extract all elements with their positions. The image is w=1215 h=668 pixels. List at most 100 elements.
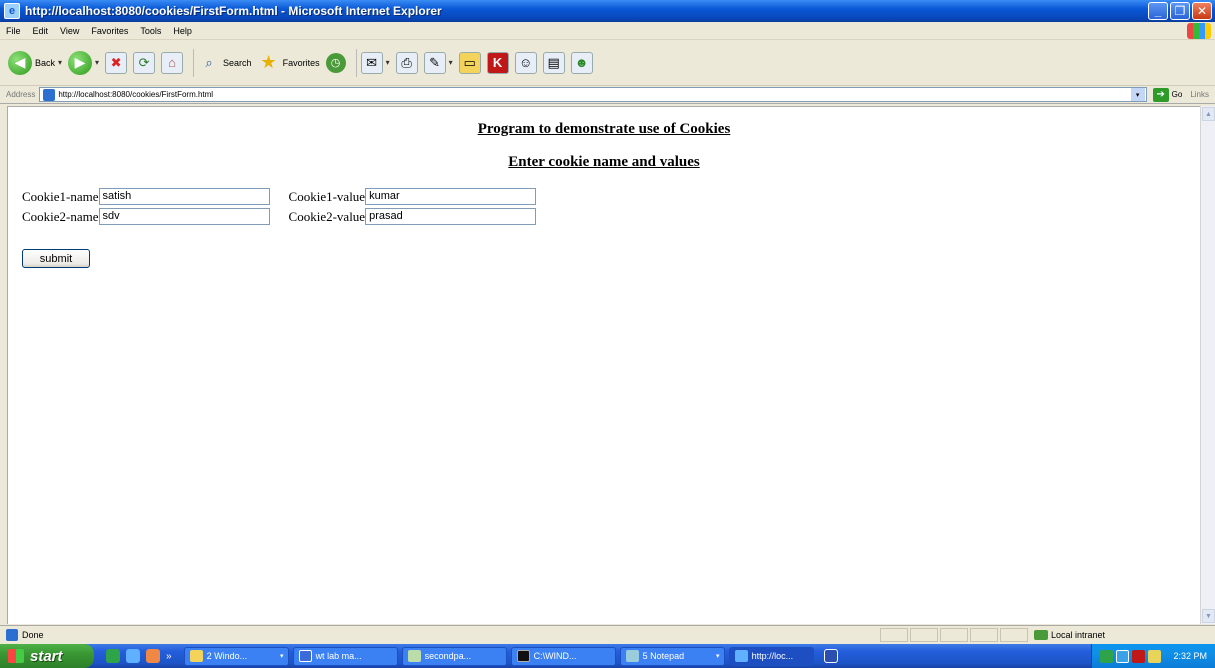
- taskbar: start » 2 Windo... ▾ wt lab ma... second…: [0, 644, 1215, 668]
- address-label: Address: [6, 90, 36, 99]
- task-secondpage[interactable]: secondpa...: [401, 646, 507, 666]
- address-url[interactable]: http://localhost:8080/cookies/FirstForm.…: [58, 90, 213, 99]
- cookie1-row: Cookie1-name satish Cookie1-value kumar: [22, 188, 537, 205]
- forward-dropdown-icon[interactable]: ▾: [95, 58, 99, 67]
- maximize-button[interactable]: ❐: [1170, 2, 1190, 20]
- research-button[interactable]: ▤: [542, 46, 565, 80]
- address-dropdown-icon[interactable]: ▾: [1130, 88, 1145, 101]
- start-button[interactable]: start: [0, 644, 94, 668]
- search-button[interactable]: ⌕ Search: [198, 46, 251, 80]
- cookie2-value-input[interactable]: prasad: [365, 208, 537, 225]
- kaspersky-button[interactable]: K: [486, 46, 509, 80]
- form-heading: Enter cookie name and values: [508, 154, 700, 170]
- toolbar-separator-2: [355, 48, 357, 77]
- forward-arrow-icon: ▶: [68, 50, 93, 75]
- cookie2-name-input[interactable]: sdv: [98, 208, 270, 225]
- volume-icon[interactable]: [1116, 649, 1129, 663]
- scroll-up-icon[interactable]: ▲: [1202, 107, 1215, 121]
- go-button[interactable]: ➔ Go: [1147, 87, 1191, 102]
- favorites-button[interactable]: ★ Favorites: [258, 46, 320, 80]
- window-title: http://localhost:8080/cookies/FirstForm.…: [25, 4, 442, 18]
- history-button[interactable]: ◷: [325, 46, 346, 80]
- menu-file[interactable]: File: [0, 26, 27, 36]
- status-panel: [940, 628, 968, 642]
- task-windows[interactable]: 2 Windo... ▾: [183, 646, 289, 666]
- word-icon: [298, 650, 312, 662]
- status-panel: [910, 628, 938, 642]
- refresh-button[interactable]: ⟳: [133, 46, 156, 80]
- menu-view[interactable]: View: [54, 26, 85, 36]
- messenger-tray-icon[interactable]: [1148, 649, 1161, 663]
- cookie1-value-input[interactable]: kumar: [365, 188, 537, 205]
- page-heading: Program to demonstrate use of Cookies: [477, 121, 731, 137]
- mail-button[interactable]: ✉ ▾: [360, 46, 390, 80]
- task-word[interactable]: wt lab ma...: [292, 646, 398, 666]
- toolbar: ◀ Back ▾ ▶ ▾ ✖ ⟳ ⌂ ⌕ Search ★ Favorites …: [0, 40, 1215, 86]
- task-label: C:\WIND...: [533, 651, 577, 661]
- close-button[interactable]: ✕: [1192, 2, 1212, 20]
- print-button[interactable]: ⎙: [395, 46, 418, 80]
- menu-help[interactable]: Help: [167, 26, 198, 36]
- quick-launch: »: [106, 649, 172, 663]
- title-bar[interactable]: e http://localhost:8080/cookies/FirstFor…: [0, 0, 1215, 22]
- desktop-icon[interactable]: [106, 649, 120, 663]
- edit-dropdown-icon[interactable]: ▾: [449, 58, 453, 67]
- home-button[interactable]: ⌂: [161, 46, 184, 80]
- msn-button[interactable]: ☻: [570, 46, 593, 80]
- task-ie[interactable]: http://loc...: [728, 646, 814, 666]
- status-bar: Done Local intranet: [0, 625, 1215, 644]
- submit-button[interactable]: submit: [22, 249, 90, 268]
- ie-task-icon: [734, 650, 748, 662]
- menu-favorites[interactable]: Favorites: [85, 26, 134, 36]
- back-dropdown-icon[interactable]: ▾: [58, 58, 62, 67]
- go-label: Go: [1171, 90, 1183, 99]
- clock: 2:32 PM: [1173, 651, 1207, 661]
- cookie1-value-label: Cookie1-value: [288, 188, 366, 204]
- system-tray: 2:32 PM: [1091, 644, 1215, 668]
- status-panel: [1000, 628, 1028, 642]
- stop-button[interactable]: ✖: [105, 46, 128, 80]
- links-button[interactable]: Links: [1190, 90, 1215, 99]
- ie-quicklaunch-icon[interactable]: [126, 649, 140, 663]
- forward-button[interactable]: ▶ ▾: [68, 46, 99, 80]
- minimize-button[interactable]: _: [1148, 2, 1168, 20]
- people-icon: ☻: [570, 51, 593, 74]
- back-button[interactable]: ◀ Back ▾: [8, 46, 62, 80]
- language-icon[interactable]: [823, 649, 838, 663]
- cmd-icon: [516, 650, 530, 662]
- task-dropdown-icon: ▾: [716, 653, 720, 660]
- zone-text: Local intranet: [1051, 630, 1106, 640]
- task-notepad[interactable]: 5 Notepad ▾: [619, 646, 725, 666]
- mail-dropdown-icon[interactable]: ▾: [386, 58, 390, 67]
- done-page-icon: [6, 629, 18, 641]
- cookie2-name-label: Cookie2-name: [22, 208, 99, 224]
- menu-edit[interactable]: Edit: [27, 26, 55, 36]
- toolbar-separator: [193, 48, 195, 77]
- network-icon[interactable]: [1100, 649, 1113, 663]
- edit-button[interactable]: ✎ ▾: [423, 46, 453, 80]
- page-content: Program to demonstrate use of Cookies En…: [7, 106, 1200, 624]
- cookie1-name-input[interactable]: satish: [98, 188, 270, 205]
- status-panels: [880, 628, 1028, 642]
- cookie1-name-label: Cookie1-name: [22, 188, 99, 204]
- start-label: start: [30, 647, 63, 665]
- quicklaunch-more-icon[interactable]: »: [166, 651, 172, 662]
- media-icon[interactable]: [146, 649, 160, 663]
- address-field[interactable]: http://localhost:8080/cookies/FirstForm.…: [39, 87, 1147, 102]
- task-cmd[interactable]: C:\WIND...: [510, 646, 616, 666]
- status-panel: [970, 628, 998, 642]
- research-icon: ▤: [542, 51, 565, 74]
- security-zone: Local intranet: [1034, 628, 1105, 642]
- folder-button[interactable]: ▭: [458, 46, 481, 80]
- notepad-icon: [625, 650, 639, 662]
- messenger-button[interactable]: ☺: [514, 46, 537, 80]
- mail-icon: ✉: [360, 51, 383, 74]
- k-icon: K: [486, 51, 509, 74]
- vertical-scrollbar[interactable]: ▲ ▼: [1200, 106, 1215, 624]
- antivirus-icon[interactable]: [1132, 649, 1145, 663]
- stop-icon: ✖: [105, 51, 128, 74]
- scroll-down-icon[interactable]: ▼: [1202, 609, 1215, 623]
- menu-tools[interactable]: Tools: [134, 26, 167, 36]
- refresh-icon: ⟳: [133, 51, 156, 74]
- intranet-icon: [1034, 630, 1048, 640]
